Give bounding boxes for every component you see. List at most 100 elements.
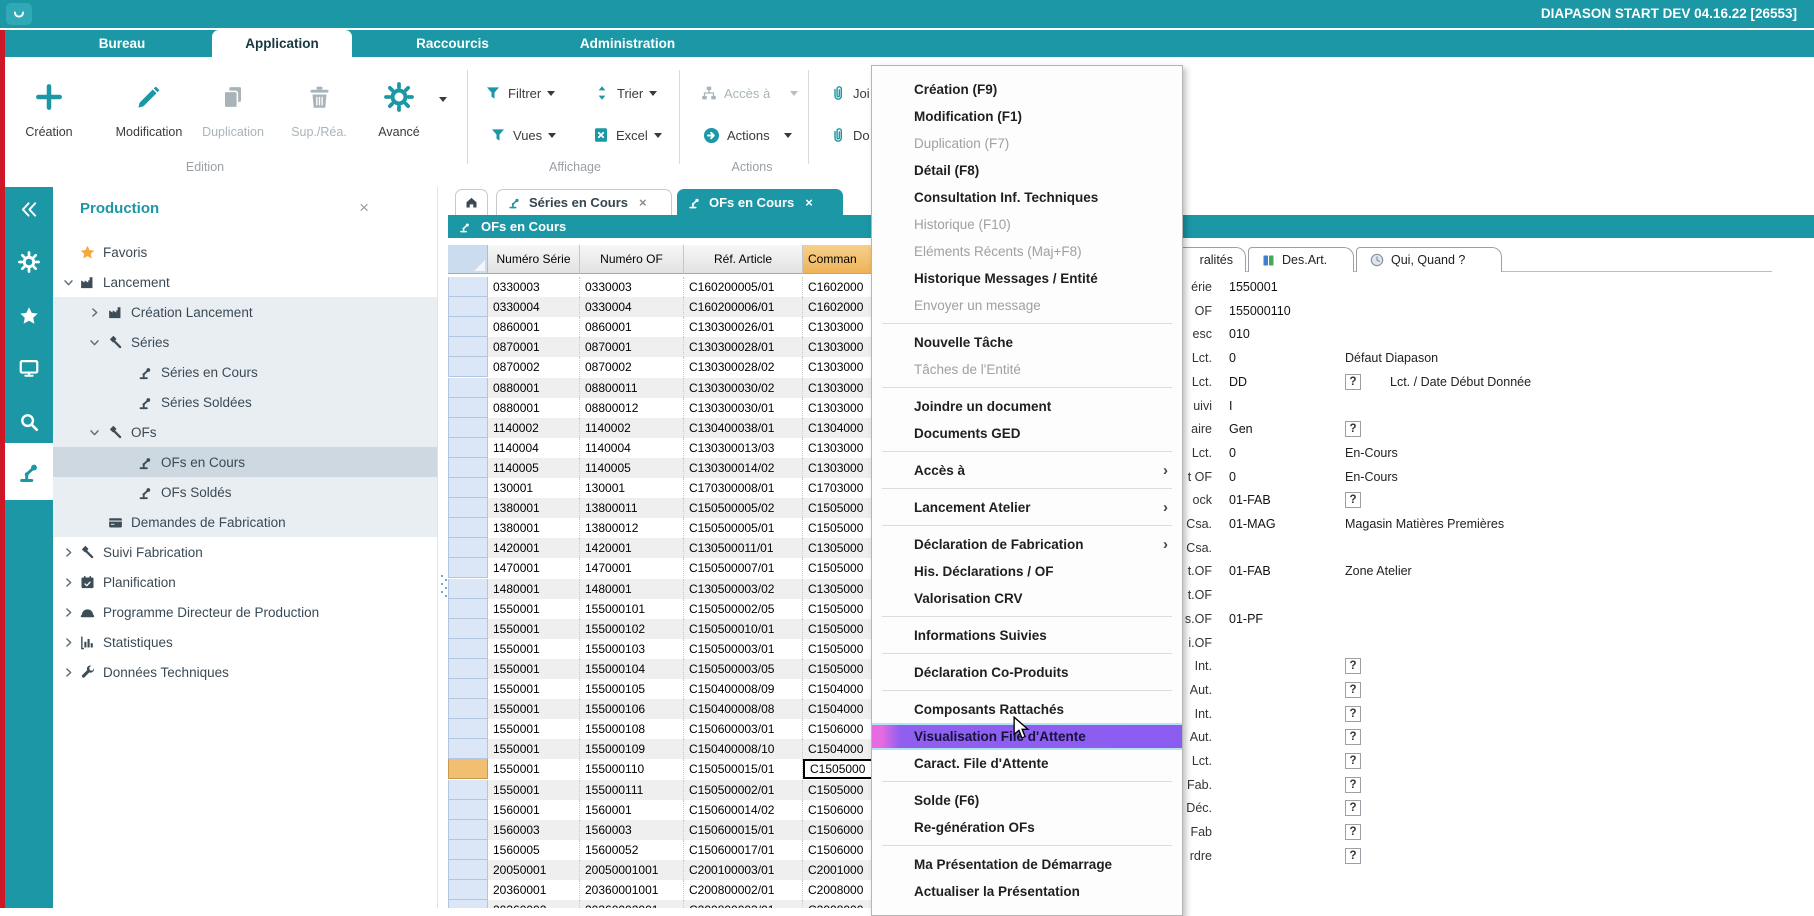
grid-cell[interactable]: C130400038/01	[684, 418, 803, 438]
row-header-cell[interactable]	[448, 759, 488, 779]
grid-cell[interactable]: 155000105	[580, 679, 684, 699]
trier-button[interactable]: Trier	[593, 80, 657, 106]
help-question-button[interactable]: ?	[1345, 777, 1361, 793]
grid-cell[interactable]: 1550001	[488, 679, 580, 699]
filtrer-button[interactable]: Filtrer	[484, 80, 555, 106]
nav-tree-item[interactable]: Statistiques	[53, 627, 437, 657]
grid-cell[interactable]: 1560001	[488, 800, 580, 820]
grid-cell[interactable]: 155000101	[580, 599, 684, 619]
grid-cell[interactable]: C130300030/02	[684, 378, 803, 398]
row-header-cell[interactable]	[448, 297, 488, 317]
grid-cell[interactable]: C130500011/01	[684, 538, 803, 558]
detail-tab-qui-quand[interactable]: Qui, Quand ?	[1356, 247, 1502, 272]
grid-cell[interactable]: C150400008/09	[684, 679, 803, 699]
actions-button[interactable]: Actions	[702, 122, 792, 148]
chevron-right-icon[interactable]	[62, 636, 75, 649]
context-menu-item[interactable]: Caract. File d'Attente	[872, 750, 1182, 777]
grid-cell[interactable]: 1140004	[580, 438, 684, 458]
grid-cell[interactable]: 13800012	[580, 518, 684, 538]
nav-tree-item[interactable]: OFs en Cours	[53, 447, 437, 477]
nav-panel-close-icon[interactable]: ×	[359, 198, 369, 218]
grid-cell[interactable]: 1420001	[580, 538, 684, 558]
grid-cell[interactable]: 1550001	[488, 739, 580, 759]
grid-cell[interactable]: 155000109	[580, 739, 684, 759]
grid-cell[interactable]: 1140002	[488, 418, 580, 438]
grid-cell[interactable]: 130001	[580, 478, 684, 498]
grid-cell[interactable]: 20360001001	[580, 880, 684, 900]
context-menu-item[interactable]: Documents GED	[872, 420, 1182, 447]
grid-cell[interactable]: 1560003	[580, 820, 684, 840]
context-menu-item[interactable]: Accès à›	[872, 457, 1182, 484]
grid-cell[interactable]: C150500007/01	[684, 558, 803, 578]
field-value[interactable]: 0	[1229, 347, 1236, 371]
grid-cell[interactable]: 0870002	[488, 357, 580, 377]
field-value[interactable]: 01-PF	[1229, 608, 1263, 632]
row-header-cell[interactable]	[448, 820, 488, 840]
documents-button[interactable]: Do	[829, 122, 870, 148]
grid-cell[interactable]: C170300008/01	[684, 478, 803, 498]
close-tab-icon[interactable]: ×	[805, 195, 813, 210]
row-header-cell[interactable]	[448, 579, 488, 599]
avance-button[interactable]: Avancé	[357, 73, 441, 139]
grid-cell[interactable]: 0870002	[580, 357, 684, 377]
grid-cell[interactable]: 0880001	[488, 378, 580, 398]
field-value[interactable]: 1550001	[1229, 276, 1278, 300]
help-question-button[interactable]: ?	[1345, 753, 1361, 769]
grid-cell[interactable]: 0330003	[580, 277, 684, 297]
excel-dropdown-caret[interactable]	[654, 133, 662, 138]
row-header-cell[interactable]	[448, 800, 488, 820]
monitor-icon[interactable]	[18, 357, 40, 379]
grid-cell[interactable]: 130001	[488, 478, 580, 498]
grid-cell[interactable]: 1420001	[488, 538, 580, 558]
chevron-right-icon[interactable]	[62, 666, 75, 679]
grid-cell[interactable]: 155000106	[580, 699, 684, 719]
grid-cell[interactable]: 155000102	[580, 619, 684, 639]
row-header-cell[interactable]	[448, 739, 488, 759]
row-header-cell[interactable]	[448, 357, 488, 377]
nav-tree-item[interactable]: OFs Soldés	[53, 477, 437, 507]
context-menu-item[interactable]: Ma Présentation de Démarrage	[872, 851, 1182, 878]
row-header-cell[interactable]	[448, 639, 488, 659]
field-value[interactable]: 0	[1229, 466, 1236, 490]
grid-cell[interactable]: C150500003/05	[684, 659, 803, 679]
grid-cell[interactable]: 20360002	[488, 900, 580, 908]
context-menu-item[interactable]: His. Déclarations / OF	[872, 558, 1182, 585]
nav-tree-item[interactable]: OFs	[53, 417, 437, 447]
grid-cell[interactable]: 1380001	[488, 498, 580, 518]
grid-cell[interactable]: 1550001	[488, 599, 580, 619]
grid-cell[interactable]: 1140002	[580, 418, 684, 438]
grid-cell[interactable]: 20360002001	[580, 900, 684, 908]
grid-column-header[interactable]: Numéro OF	[580, 245, 684, 274]
menu-tab-application[interactable]: Application	[212, 30, 352, 57]
grid-cell[interactable]: C200800003/01	[684, 900, 803, 908]
tab-ofs-en-cours[interactable]: OFs en Cours ×	[677, 189, 843, 215]
grid-cell[interactable]: C150500002/01	[684, 780, 803, 800]
nav-tree-item[interactable]: Séries Soldées	[53, 387, 437, 417]
row-header-cell[interactable]	[448, 418, 488, 438]
grid-cell[interactable]: C130500003/02	[684, 579, 803, 599]
row-header-cell[interactable]	[448, 780, 488, 800]
collapse-panel-icon[interactable]	[19, 199, 40, 220]
context-menu-item[interactable]: Re-génération OFs	[872, 814, 1182, 841]
context-menu-item[interactable]: Nouvelle Tâche	[872, 329, 1182, 356]
field-value[interactable]: 155000110	[1229, 300, 1291, 324]
context-menu-item[interactable]: Modification (F1)	[872, 103, 1182, 130]
row-header-cell[interactable]	[448, 558, 488, 578]
grid-cell[interactable]: C150600014/02	[684, 800, 803, 820]
help-question-button[interactable]: ?	[1345, 800, 1361, 816]
grid-cell[interactable]: 1480001	[580, 579, 684, 599]
help-question-button[interactable]: ?	[1345, 729, 1361, 745]
modules-gear-icon[interactable]	[18, 251, 40, 273]
context-menu-item[interactable]: Déclaration Co-Produits	[872, 659, 1182, 686]
search-icon[interactable]	[18, 411, 40, 433]
grid-cell[interactable]: 1550001	[488, 639, 580, 659]
field-value[interactable]: Gen	[1229, 418, 1253, 442]
close-tab-icon[interactable]: ×	[639, 195, 647, 210]
help-question-button[interactable]: ?	[1345, 658, 1361, 674]
detail-tab-des-art[interactable]: Des.Art.	[1248, 247, 1354, 272]
grid-cell[interactable]: C150500005/01	[684, 518, 803, 538]
grid-cell[interactable]: C150400008/10	[684, 739, 803, 759]
chevron-down-icon[interactable]	[88, 336, 101, 349]
grid-cell[interactable]: C150500010/01	[684, 619, 803, 639]
grid-cell[interactable]: 1470001	[488, 558, 580, 578]
